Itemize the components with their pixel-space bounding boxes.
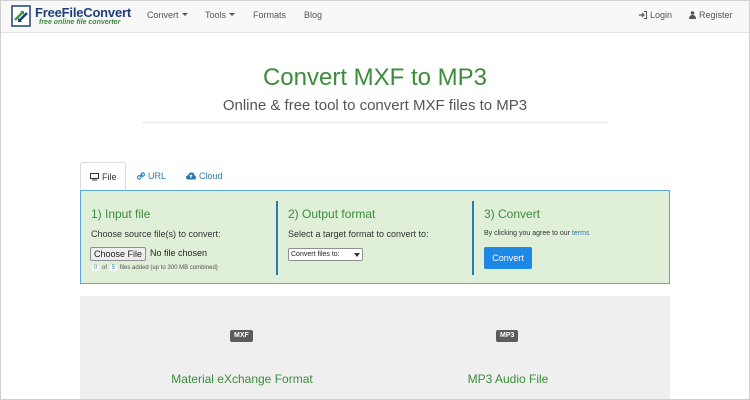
brand-tagline: free online file converter (39, 19, 121, 26)
terms-agreement-text: By clicking you agree to our (484, 230, 570, 237)
terms-link[interactable]: terms (572, 230, 590, 237)
convert-button[interactable]: Convert (484, 247, 532, 269)
nav-formats-link[interactable]: Formats (253, 10, 286, 20)
tab-url[interactable]: URL (137, 162, 166, 190)
nav-tools-label: Tools (205, 10, 227, 20)
register-label: Register (699, 10, 733, 20)
monitor-icon (90, 173, 99, 181)
input-step-instructions: Choose source file(s) to convert: (91, 229, 221, 239)
files-count: 0 (92, 265, 100, 271)
tab-cloud[interactable]: Cloud (186, 162, 223, 190)
output-step-instructions: Select a target format to convert to: (288, 229, 429, 239)
caret-down-icon (229, 13, 236, 16)
files-max: 5 (109, 265, 118, 271)
format-info-section: MXF MP3 Material eXchange Format MP3 Aud… (80, 296, 670, 400)
login-label: Login (650, 10, 673, 20)
register-link[interactable]: Register (689, 10, 733, 20)
tab-file-label: File (102, 172, 117, 182)
terms-agreement: By clicking you agree to our terms (484, 230, 589, 237)
user-icon (689, 11, 696, 19)
input-step-title: 1) Input file (91, 207, 151, 221)
convert-step: 3) Convert By clicking you agree to our … (474, 191, 669, 283)
nav-blog-link[interactable]: Blog (304, 10, 322, 20)
source-format-name[interactable]: Material eXchange Format (171, 372, 312, 386)
page-title: Convert MXF to MP3 (262, 64, 488, 91)
output-format-select[interactable]: Convert files to: (288, 248, 363, 261)
cloud-icon (186, 172, 196, 180)
files-of-label: of (102, 265, 108, 271)
nav-tools-dropdown[interactable]: Tools (205, 10, 236, 20)
files-added-info: 0 of 5 files added (up to 300 MB combine… (91, 265, 218, 271)
tab-cloud-label: Cloud (199, 171, 223, 181)
top-navbar: FreeFileConvert free online file convert… (0, 0, 750, 33)
tab-url-label: URL (148, 171, 167, 181)
target-format-name[interactable]: MP3 Audio File (468, 372, 549, 386)
output-format-step: 2) Output format Select a target format … (278, 191, 472, 283)
sign-in-icon (639, 11, 647, 19)
link-icon (137, 172, 145, 180)
files-limit-text: files added (up to 300 MB combined) (119, 265, 218, 271)
nav-convert-dropdown[interactable]: Convert (147, 10, 188, 20)
no-file-status: No file chosen (150, 248, 208, 258)
choose-file-button[interactable]: Choose File (90, 247, 146, 261)
output-format-select-value: Convert files to: (291, 251, 340, 258)
converter-panel: 1) Input file Choose source file(s) to c… (80, 190, 670, 284)
page-subtitle: Online & free tool to convert MXF files … (222, 97, 528, 114)
brand-name: FreeFileConvert (35, 5, 131, 20)
logo-arrows-icon (11, 5, 31, 27)
login-link[interactable]: Login (639, 10, 672, 20)
nav-blog-label: Blog (304, 10, 323, 20)
output-step-title: 2) Output format (288, 207, 376, 221)
tab-file[interactable]: File (80, 162, 126, 190)
nav-convert-label: Convert (147, 10, 179, 20)
caret-down-icon (181, 13, 188, 16)
brand-logo[interactable]: FreeFileConvert free online file convert… (11, 4, 131, 28)
chevron-down-icon (354, 253, 360, 257)
divider (142, 122, 608, 123)
target-format-badge: MP3 (496, 330, 519, 342)
source-format-badge: MXF (230, 330, 253, 342)
input-file-step: 1) Input file Choose source file(s) to c… (81, 191, 276, 283)
nav-formats-label: Formats (253, 10, 287, 20)
convert-step-title: 3) Convert (484, 207, 541, 221)
